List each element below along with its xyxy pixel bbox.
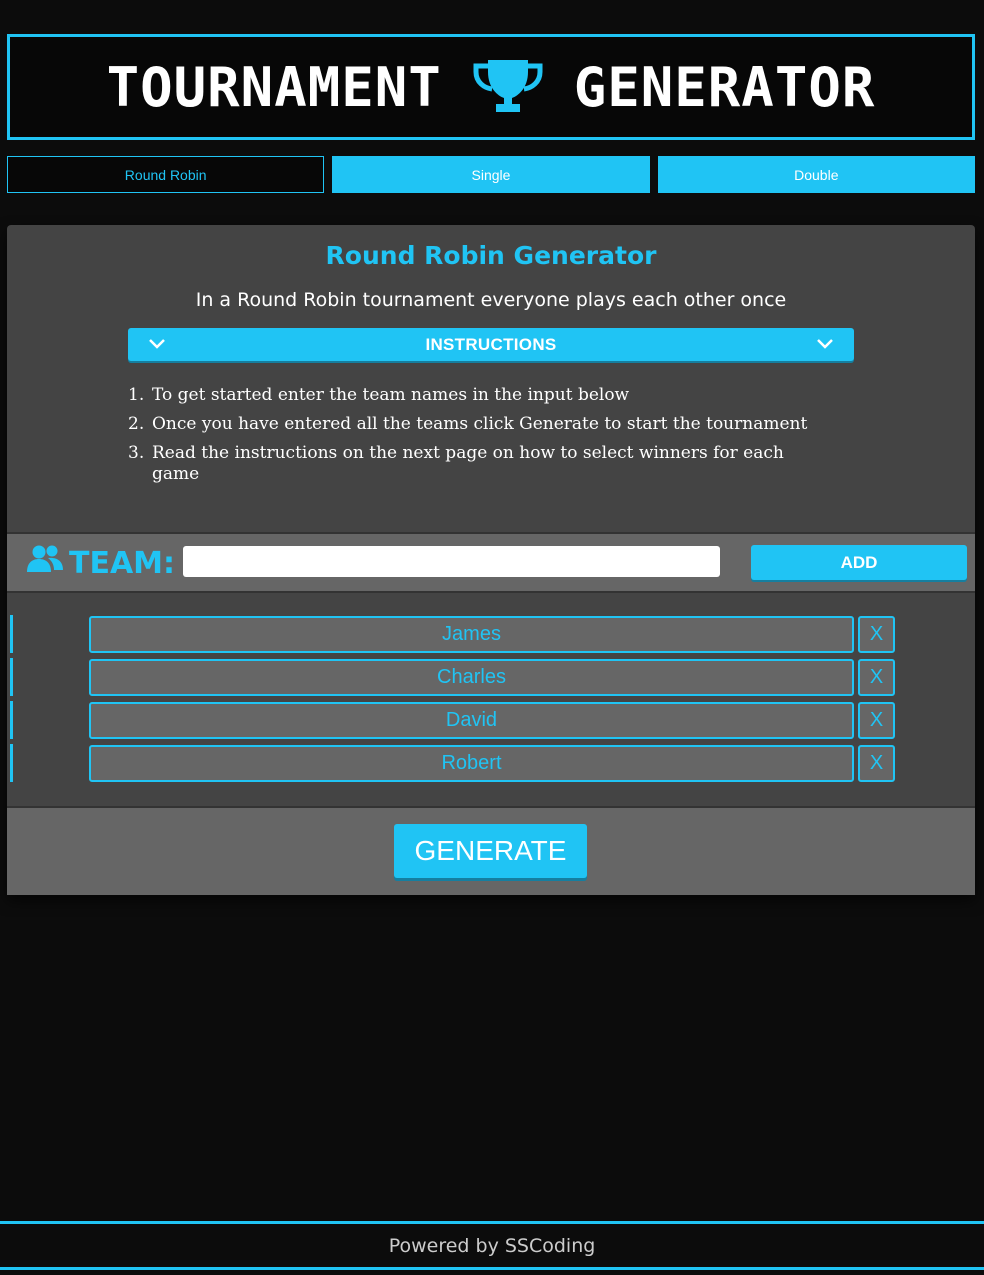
- list-item: 2. Once you have entered all the teams c…: [128, 414, 828, 435]
- panel-subtitle: In a Round Robin tournament everyone pla…: [195, 289, 787, 311]
- team-name-input[interactable]: [183, 546, 720, 577]
- list-text: Read the instructions on the next page o…: [152, 443, 784, 484]
- remove-team-button[interactable]: X: [858, 616, 895, 653]
- panel-title: Round Robin Generator: [325, 241, 657, 270]
- team-name[interactable]: David: [89, 702, 854, 739]
- team-name[interactable]: Charles: [89, 659, 854, 696]
- team-label: TEAM:: [27, 544, 175, 582]
- header-title-right: GENERATOR: [573, 55, 876, 119]
- team-list: James X Charles X David X Robert X: [7, 615, 975, 787]
- tournament-type-tabs: Round Robin Single Double: [7, 156, 975, 193]
- list-item: 1. To get started enter the team names i…: [128, 385, 828, 406]
- chevron-down-icon: [816, 335, 834, 354]
- remove-team-button[interactable]: X: [858, 702, 895, 739]
- team-row-marker: [10, 658, 13, 696]
- app-header: TOURNAMENT GENERATOR: [7, 34, 975, 140]
- header-title-left: TOURNAMENT: [106, 55, 442, 119]
- team-row-marker: [10, 744, 13, 782]
- instructions-list: 1. To get started enter the team names i…: [128, 385, 828, 493]
- add-team-button[interactable]: ADD: [751, 545, 967, 580]
- users-icon: [27, 544, 69, 582]
- team-name[interactable]: Robert: [89, 745, 854, 782]
- instructions-label: INSTRUCTIONS: [425, 334, 557, 354]
- footer-text: Powered by SSCoding: [388, 1234, 596, 1257]
- team-row-marker: [10, 701, 13, 739]
- team-row-marker: [10, 615, 13, 653]
- team-entry-row: TEAM: ADD: [7, 532, 975, 593]
- list-text: Once you have entered all the teams clic…: [152, 414, 808, 434]
- generate-row: GENERATE: [7, 806, 975, 895]
- remove-team-button[interactable]: X: [858, 659, 895, 696]
- team-row: Robert X: [7, 744, 975, 782]
- list-number: 2.: [128, 414, 145, 434]
- team-label-text: TEAM:: [69, 545, 176, 581]
- team-name[interactable]: James: [89, 616, 854, 653]
- footer: Powered by SSCoding: [0, 1221, 984, 1270]
- team-row: David X: [7, 701, 975, 739]
- team-row: Charles X: [7, 658, 975, 696]
- instructions-toggle[interactable]: INSTRUCTIONS: [128, 328, 854, 361]
- tab-round-robin[interactable]: Round Robin: [7, 156, 325, 193]
- list-item: 3. Read the instructions on the next pag…: [128, 443, 828, 485]
- generator-panel: Round Robin Generator In a Round Robin t…: [7, 225, 975, 895]
- tab-double[interactable]: Double: [657, 156, 975, 193]
- list-text: To get started enter the team names in t…: [152, 385, 630, 405]
- trophy-icon: [472, 58, 544, 116]
- tab-single[interactable]: Single: [332, 156, 650, 193]
- team-row: James X: [7, 615, 975, 653]
- chevron-down-icon: [148, 335, 166, 354]
- list-number: 1.: [128, 385, 145, 405]
- remove-team-button[interactable]: X: [858, 745, 895, 782]
- list-number: 3.: [128, 443, 145, 463]
- generate-button[interactable]: GENERATE: [394, 824, 587, 878]
